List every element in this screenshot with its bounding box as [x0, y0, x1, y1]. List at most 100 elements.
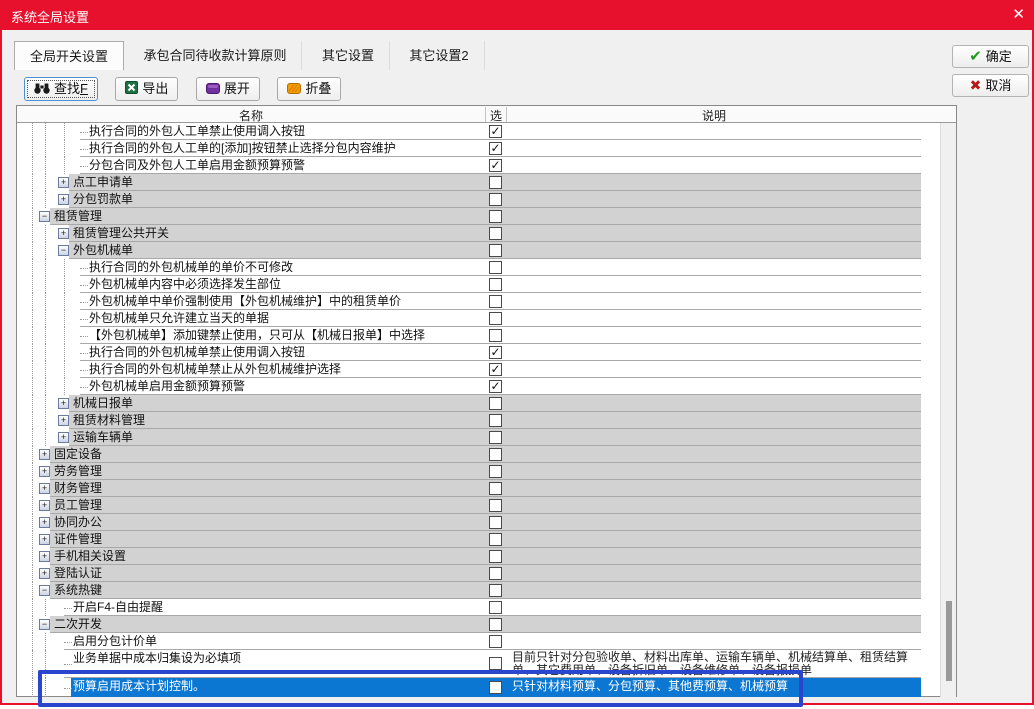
row-checkbox[interactable] [489, 482, 502, 495]
row-checkbox[interactable] [489, 414, 502, 427]
row-checkbox[interactable] [489, 601, 502, 614]
collapse-button[interactable]: 折叠 [277, 77, 341, 101]
row-checkbox[interactable] [489, 193, 502, 206]
row-checkbox[interactable] [489, 329, 502, 342]
table-row[interactable]: +机械日报单 [17, 395, 940, 412]
tree-collapse-icon[interactable]: − [39, 619, 50, 630]
tree-expand-icon[interactable]: + [58, 228, 69, 239]
tree-collapse-icon[interactable]: − [39, 211, 50, 222]
tree-expand-icon[interactable]: + [39, 466, 50, 477]
table-row[interactable]: +分包罚款单 [17, 191, 940, 208]
row-checkbox[interactable] [489, 499, 502, 512]
row-checkbox[interactable] [489, 210, 502, 223]
tree-expand-icon[interactable]: + [39, 449, 50, 460]
table-row[interactable]: 执行合同的外包人工单禁止使用调入按钮✓ [17, 123, 940, 140]
row-checkbox[interactable]: ✓ [489, 346, 502, 359]
row-checkbox[interactable]: ✓ [489, 159, 502, 172]
tab-global-switch-settings[interactable]: 全局开关设置 [14, 41, 124, 70]
row-checkbox[interactable] [489, 244, 502, 257]
table-row[interactable]: 外包机械单启用金额预算预警✓ [17, 378, 940, 395]
table-row[interactable]: 执行合同的外包机械单的单价不可修改 [17, 259, 940, 276]
tree-expand-icon[interactable]: + [58, 194, 69, 205]
tree-expand-icon[interactable]: + [39, 534, 50, 545]
expand-button[interactable]: 展开 [196, 77, 260, 101]
row-checkbox[interactable] [489, 261, 502, 274]
table-row[interactable]: +财务管理 [17, 480, 940, 497]
table-row[interactable]: 执行合同的外包机械单禁止使用调入按钮✓ [17, 344, 940, 361]
table-row[interactable]: 【外包机械单】添加键禁止使用，只可从【机械日报单】中选择 [17, 327, 940, 344]
row-checkbox[interactable] [489, 176, 502, 189]
row-checkbox[interactable] [489, 618, 502, 631]
row-checkbox[interactable] [489, 635, 502, 648]
row-checkbox[interactable] [489, 465, 502, 478]
table-row[interactable]: −二次开发 [17, 616, 940, 633]
row-checkbox[interactable]: ✓ [489, 363, 502, 376]
row-checkbox[interactable] [489, 431, 502, 444]
tab-other-settings[interactable]: 其它设置 [307, 41, 390, 70]
row-checkbox[interactable] [489, 397, 502, 410]
table-row[interactable]: 开启F4-自由提醒 [17, 599, 940, 616]
tree-collapse-icon[interactable]: − [58, 245, 69, 256]
table-row[interactable]: 分包合同及外包人工单启用金额预算预警✓ [17, 157, 940, 174]
row-checkbox[interactable] [489, 584, 502, 597]
row-checkbox[interactable] [489, 657, 502, 670]
close-icon[interactable]: ✕ [1012, 5, 1025, 23]
tree-expand-icon[interactable]: + [39, 517, 50, 528]
tree-expand-icon[interactable]: + [39, 551, 50, 562]
vertical-scrollbar[interactable] [940, 123, 956, 697]
tree-expand-icon[interactable]: + [58, 177, 69, 188]
export-button[interactable]: 导出 [115, 77, 178, 101]
row-checkbox[interactable]: ✓ [489, 125, 502, 138]
tab-contract-receivable-rule[interactable]: 承包合同待收款计算原则 [128, 41, 302, 70]
table-row[interactable]: +证件管理 [17, 531, 940, 548]
table-row[interactable]: +手机相关设置 [17, 548, 940, 565]
table-row[interactable]: +租赁材料管理 [17, 412, 940, 429]
row-checkbox[interactable] [489, 681, 502, 694]
row-checkbox[interactable] [489, 533, 502, 546]
table-row[interactable]: 外包机械单中单价强制使用【外包机械维护】中的租赁单价 [17, 293, 940, 310]
row-checkbox[interactable] [489, 295, 502, 308]
table-row[interactable]: 业务单据中成本归集设为必填项目前只针对分包验收单、材料出库单、运输车辆单、机械结… [17, 650, 940, 678]
tree-expand-icon[interactable]: + [39, 500, 50, 511]
row-checkbox[interactable] [489, 278, 502, 291]
table-row[interactable]: +点工申请单 [17, 174, 940, 191]
row-checkbox[interactable] [489, 448, 502, 461]
row-checkbox[interactable] [489, 567, 502, 580]
ok-button[interactable]: ✔确定 [952, 45, 1029, 68]
table-row[interactable]: 外包机械单内容中必须选择发生部位 [17, 276, 940, 293]
table-row[interactable]: +运输车辆单 [17, 429, 940, 446]
tree-expand-icon[interactable]: + [39, 568, 50, 579]
toolbar: 查找F 导出 展开 折叠 [24, 77, 354, 102]
table-row[interactable]: 启用分包计价单 [17, 633, 940, 650]
table-row[interactable]: −外包机械单 [17, 242, 940, 259]
table-row[interactable]: 预算启用成本计划控制。只针对材料预算、分包预算、其他费预算、机械预算 [17, 678, 940, 697]
find-label: 查找 [54, 81, 80, 96]
tree-expand-icon[interactable]: + [58, 415, 69, 426]
find-button[interactable]: 查找F [24, 77, 98, 101]
row-checkbox[interactable] [489, 227, 502, 240]
table-row[interactable]: +登陆认证 [17, 565, 940, 582]
table-row[interactable]: +协同办公 [17, 514, 940, 531]
table-row[interactable]: +租赁管理公共开关 [17, 225, 940, 242]
row-checkbox[interactable] [489, 312, 502, 325]
row-checkbox[interactable]: ✓ [489, 380, 502, 393]
table-row[interactable]: +劳务管理 [17, 463, 940, 480]
tree-expand-icon[interactable]: + [58, 398, 69, 409]
table-row[interactable]: 外包机械单只允许建立当天的单据 [17, 310, 940, 327]
tree-collapse-icon[interactable]: − [39, 585, 50, 596]
tab-other-settings-2[interactable]: 其它设置2 [394, 41, 484, 70]
scrollbar-thumb[interactable] [946, 601, 952, 681]
table-row[interactable]: 执行合同的外包人工单的[添加]按钮禁止选择分包内容维护✓ [17, 140, 940, 157]
table-row[interactable]: 执行合同的外包机械单禁止从外包机械维护选择✓ [17, 361, 940, 378]
tree-expand-icon[interactable]: + [39, 483, 50, 494]
row-checkbox[interactable] [489, 550, 502, 563]
table-row[interactable]: +员工管理 [17, 497, 940, 514]
tree-connector [64, 664, 72, 665]
table-row[interactable]: +固定设备 [17, 446, 940, 463]
tree-expand-icon[interactable]: + [58, 432, 69, 443]
table-row[interactable]: −租赁管理 [17, 208, 940, 225]
cancel-button[interactable]: ✖取消 [952, 74, 1029, 97]
row-checkbox[interactable] [489, 516, 502, 529]
row-checkbox[interactable]: ✓ [489, 142, 502, 155]
table-row[interactable]: −系统热键 [17, 582, 940, 599]
